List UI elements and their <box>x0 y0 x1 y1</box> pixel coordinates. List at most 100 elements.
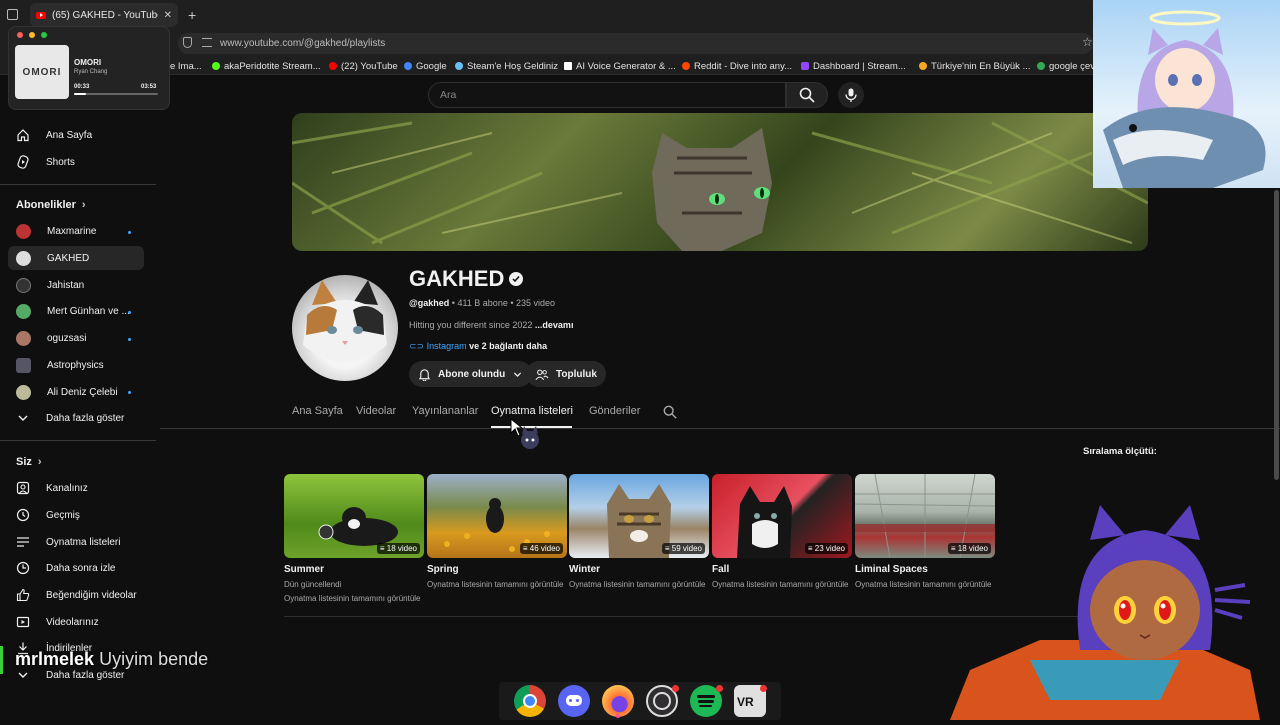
bookmark-item[interactable]: Google <box>404 58 447 74</box>
sidebar-sub-item[interactable]: oguzsasi <box>8 326 144 350</box>
new-tab-button[interactable]: + <box>188 7 196 23</box>
sidebar-sub-item[interactable]: Mert Günhan ve ... <box>8 299 144 323</box>
tab-playlists[interactable]: Oynatma listeleri <box>491 405 573 417</box>
playlist-card[interactable]: ≡ 46 video Spring Oynatma listesinin tam… <box>427 470 567 589</box>
video-count: 23 video <box>814 544 845 553</box>
you-header[interactable]: Siz › <box>16 456 42 468</box>
view-full-playlist[interactable]: Oynatma listesinin tamamını görüntüle <box>284 594 424 603</box>
playlist-thumbnail[interactable]: ≡ 23 video <box>712 474 852 558</box>
channel-search-icon[interactable] <box>663 405 677 419</box>
sidebar-item-label: Maxmarine <box>47 225 97 237</box>
sidebar-item-channel[interactable]: Kanalınız <box>8 476 144 500</box>
you-title: Siz <box>16 456 32 468</box>
bookmark-star-icon[interactable]: ☆ <box>1082 35 1093 49</box>
bookmark-label: Google <box>416 60 447 72</box>
sidebar-item-label: oguzsasi <box>47 332 87 344</box>
bookmark-item[interactable]: e Ima... <box>170 58 202 74</box>
sidebar-sub-item[interactable]: Jahistan <box>8 273 144 297</box>
bookmark-item[interactable]: (22) YouTube <box>329 58 398 74</box>
show-more-subscriptions[interactable]: Daha fazla göster <box>8 406 144 430</box>
bookmark-item[interactable]: Reddit - Dive into any... <box>682 58 792 74</box>
playlist-title[interactable]: Summer <box>284 564 424 575</box>
sidebar-item-label: GAKHED <box>47 252 90 264</box>
playlist-card[interactable]: ≡ 23 video Fall Oynatma listesinin tamam… <box>712 470 852 589</box>
sidebar-sub-item[interactable]: Maxmarine <box>8 219 144 243</box>
sidebar-item-label: Ana Sayfa <box>46 129 93 141</box>
sort-label[interactable]: Sıralama ölçütü: <box>1083 446 1157 457</box>
playlist-updated: Dün güncellendi <box>284 580 342 589</box>
playlist-thumbnail[interactable]: ≡ 59 video <box>569 474 709 558</box>
community-icon <box>535 369 549 380</box>
bookmark-item[interactable]: AI Voice Generator & ... <box>564 58 676 74</box>
bookmark-item[interactable]: Steam'e Hoş Geldiniz <box>455 58 558 74</box>
bookmark-item[interactable]: Dashboard | Stream... <box>801 58 906 74</box>
media-progress-bar[interactable] <box>74 93 158 95</box>
bookmark-item[interactable]: akaPeridotite Stream... <box>212 58 321 74</box>
channel-description[interactable]: Hitting you different since 2022 ...deva… <box>409 320 573 330</box>
window-close-button[interactable] <box>17 32 23 38</box>
shorts-icon <box>17 155 29 169</box>
tab-home[interactable]: Ana Sayfa <box>292 405 343 417</box>
sidebar-item-your-videos[interactable]: Videolarınız <box>8 610 144 634</box>
playlist-card[interactable]: ≡ 18 video Summer Dün güncellendi Oynatm… <box>284 470 424 603</box>
sidebar-item-playlists[interactable]: Oynatma listeleri <box>8 530 144 554</box>
browser-tab[interactable]: (65) GAKHED - YouTube ✕ <box>30 3 178 27</box>
sidebar-item-label: Oynatma listeleri <box>46 536 121 548</box>
subscriptions-header[interactable]: Abonelikler › <box>16 199 86 211</box>
playlist-card[interactable]: ≡ 59 video Winter Oynatma listesinin tam… <box>569 470 709 589</box>
new-content-dot <box>128 338 131 341</box>
bookmark-item[interactable]: google çev <box>1037 58 1095 74</box>
playlist-title[interactable]: Winter <box>569 564 709 575</box>
site-settings-icon[interactable] <box>202 38 212 47</box>
sidebar-item-home[interactable]: Ana Sayfa <box>8 123 144 147</box>
playlist-title[interactable]: Fall <box>712 564 852 575</box>
sidebar-item-liked[interactable]: Beğendiğim videolar <box>8 583 144 607</box>
sidebar-item-label: Astrophysics <box>47 359 104 371</box>
sidebar-sub-item[interactable]: GAKHED <box>8 246 144 270</box>
banner-cat-image <box>292 121 1148 251</box>
instagram-link[interactable]: Instagram <box>427 341 467 351</box>
page-scrollbar[interactable] <box>1274 190 1279 480</box>
community-button[interactable]: Topluluk <box>526 361 606 387</box>
channel-avatar-large[interactable] <box>292 275 398 381</box>
bell-icon <box>418 368 431 381</box>
window-maximize-button[interactable] <box>41 32 47 38</box>
voice-search-button[interactable] <box>838 82 864 108</box>
firefox-icon[interactable] <box>602 685 634 717</box>
sidebar-sub-item[interactable]: Astrophysics <box>8 353 144 377</box>
playlist-thumbnail[interactable]: ≡ 46 video <box>427 474 567 558</box>
view-full-playlist[interactable]: Oynatma listesinin tamamını görüntüle <box>569 580 709 589</box>
window-minimize-button[interactable] <box>29 32 35 38</box>
playlist-count-icon: ≡ <box>379 544 387 553</box>
your-videos-icon <box>16 616 30 628</box>
channel-links[interactable]: ⊂⊃ Instagram ve 2 bağlantı daha <box>409 341 547 352</box>
search-input[interactable]: Ara <box>428 82 786 108</box>
sidebar-sub-item[interactable]: Ali Deniz Çelebi <box>8 380 144 404</box>
sidebar-item-shorts[interactable]: Shorts <box>8 150 144 174</box>
discord-icon[interactable] <box>558 685 590 717</box>
stream-chat-message: mrlmelek Uyiyim bende <box>15 649 208 670</box>
chat-username: mrlmelek <box>15 649 95 669</box>
chrome-icon[interactable] <box>514 685 546 717</box>
view-full-playlist[interactable]: Oynatma listesinin tamamını görüntüle <box>427 580 567 589</box>
tab-videos[interactable]: Videolar <box>356 405 396 417</box>
chat-text: Uyiyim bende <box>99 649 209 669</box>
youtube-icon <box>329 62 337 70</box>
sidebar-item-history[interactable]: Geçmiş <box>8 503 144 527</box>
subscribed-button[interactable]: Abone olundu <box>409 361 533 387</box>
tab-posts[interactable]: Gönderiler <box>589 405 640 417</box>
reddit-icon <box>682 62 690 70</box>
bookmark-item[interactable]: Türkiye'nin En Büyük ... <box>919 58 1031 74</box>
sidebar-item-watch-later[interactable]: Daha sonra izle <box>8 556 144 580</box>
tab-live[interactable]: Yayınlananlar <box>412 405 478 417</box>
playlist-thumbnail[interactable]: ≡ 18 video <box>284 474 424 558</box>
playlist-title[interactable]: Spring <box>427 564 567 575</box>
search-button[interactable] <box>786 82 828 108</box>
close-tab-icon[interactable]: ✕ <box>164 10 172 21</box>
youtube-favicon-icon <box>36 11 46 19</box>
shield-icon[interactable] <box>183 37 192 48</box>
view-full-playlist[interactable]: Oynatma listesinin tamamını görüntüle <box>712 580 852 589</box>
new-content-dot <box>128 311 131 314</box>
address-bar[interactable]: www.youtube.com/@gakhed/playlists <box>178 33 1093 54</box>
tab-overview-icon[interactable] <box>7 9 18 20</box>
